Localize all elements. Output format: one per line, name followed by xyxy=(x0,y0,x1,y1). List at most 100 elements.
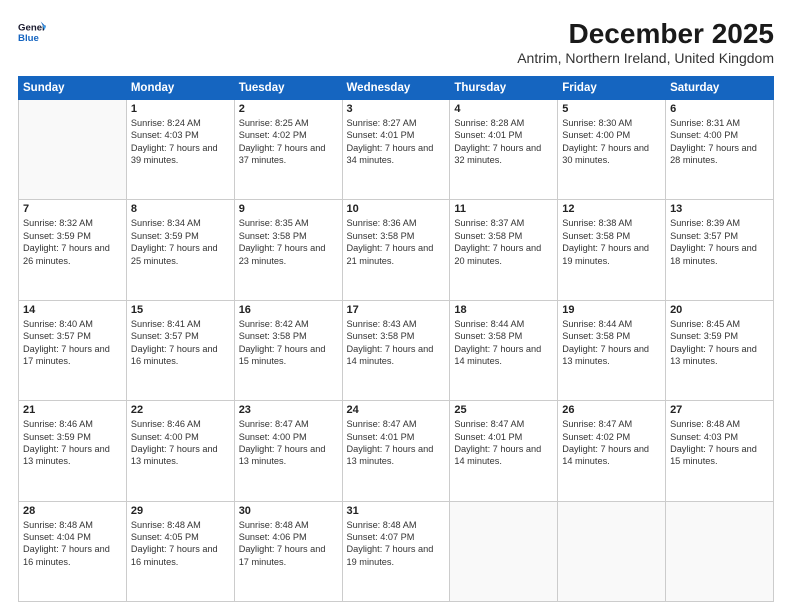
cell-content: Sunrise: 8:48 AMSunset: 4:04 PMDaylight:… xyxy=(23,519,122,569)
day-number: 26 xyxy=(562,404,661,416)
day-number: 22 xyxy=(131,404,230,416)
day-number: 4 xyxy=(454,103,553,115)
cell-content: Sunrise: 8:34 AMSunset: 3:59 PMDaylight:… xyxy=(131,217,230,267)
day-number: 5 xyxy=(562,103,661,115)
cell-content: Sunrise: 8:47 AMSunset: 4:01 PMDaylight:… xyxy=(454,418,553,468)
cell-content: Sunrise: 8:32 AMSunset: 3:59 PMDaylight:… xyxy=(23,217,122,267)
calendar-week-3: 21 Sunrise: 8:46 AMSunset: 3:59 PMDayligh… xyxy=(19,401,774,501)
day-number: 14 xyxy=(23,304,122,316)
cell-content: Sunrise: 8:48 AMSunset: 4:06 PMDaylight:… xyxy=(239,519,338,569)
table-row: 24 Sunrise: 8:47 AMSunset: 4:01 PMDayligh… xyxy=(342,401,450,501)
cell-content: Sunrise: 8:27 AMSunset: 4:01 PMDaylight:… xyxy=(347,117,446,167)
header: General Blue December 2025 Antrim, North… xyxy=(18,18,774,66)
table-row xyxy=(558,501,666,601)
day-number: 10 xyxy=(347,203,446,215)
col-wednesday: Wednesday xyxy=(342,77,450,100)
day-number: 28 xyxy=(23,505,122,517)
day-number: 13 xyxy=(670,203,769,215)
day-number: 16 xyxy=(239,304,338,316)
cell-content: Sunrise: 8:48 AMSunset: 4:03 PMDaylight:… xyxy=(670,418,769,468)
day-number: 15 xyxy=(131,304,230,316)
table-row: 3 Sunrise: 8:27 AMSunset: 4:01 PMDaylight… xyxy=(342,100,450,200)
day-number: 6 xyxy=(670,103,769,115)
day-number: 7 xyxy=(23,203,122,215)
table-row: 31Sunrise: 8:48 AMSunset: 4:07 PMDayligh… xyxy=(342,501,450,601)
cell-content: Sunrise: 8:47 AMSunset: 4:00 PMDaylight:… xyxy=(239,418,338,468)
table-row: 25 Sunrise: 8:47 AMSunset: 4:01 PMDayligh… xyxy=(450,401,558,501)
cell-content: Sunrise: 8:28 AMSunset: 4:01 PMDaylight:… xyxy=(454,117,553,167)
logo: General Blue xyxy=(18,18,46,46)
day-number: 21 xyxy=(23,404,122,416)
table-row: 20Sunrise: 8:45 AMSunset: 3:59 PMDayligh… xyxy=(666,300,774,400)
calendar-week-2: 14 Sunrise: 8:40 AMSunset: 3:57 PMDayligh… xyxy=(19,300,774,400)
table-row: 14 Sunrise: 8:40 AMSunset: 3:57 PMDayligh… xyxy=(19,300,127,400)
col-monday: Monday xyxy=(126,77,234,100)
cell-content: Sunrise: 8:44 AMSunset: 3:58 PMDaylight:… xyxy=(454,318,553,368)
table-row: 16 Sunrise: 8:42 AMSunset: 3:58 PMDayligh… xyxy=(234,300,342,400)
day-number: 23 xyxy=(239,404,338,416)
calendar-header-row: Sunday Monday Tuesday Wednesday Thursday… xyxy=(19,77,774,100)
cell-content: Sunrise: 8:47 AMSunset: 4:01 PMDaylight:… xyxy=(347,418,446,468)
cell-content: Sunrise: 8:38 AMSunset: 3:58 PMDaylight:… xyxy=(562,217,661,267)
cell-content: Sunrise: 8:47 AMSunset: 4:02 PMDaylight:… xyxy=(562,418,661,468)
day-number: 31 xyxy=(347,505,446,517)
table-row: 5 Sunrise: 8:30 AMSunset: 4:00 PMDaylight… xyxy=(558,100,666,200)
table-row: 8 Sunrise: 8:34 AMSunset: 3:59 PMDaylight… xyxy=(126,200,234,300)
cell-content: Sunrise: 8:46 AMSunset: 4:00 PMDaylight:… xyxy=(131,418,230,468)
cell-content: Sunrise: 8:43 AMSunset: 3:58 PMDaylight:… xyxy=(347,318,446,368)
table-row: 17 Sunrise: 8:43 AMSunset: 3:58 PMDayligh… xyxy=(342,300,450,400)
svg-text:General: General xyxy=(18,22,46,33)
cell-content: Sunrise: 8:39 AMSunset: 3:57 PMDaylight:… xyxy=(670,217,769,267)
day-number: 24 xyxy=(347,404,446,416)
calendar-week-0: 1 Sunrise: 8:24 AMSunset: 4:03 PMDaylight… xyxy=(19,100,774,200)
table-row: 22 Sunrise: 8:46 AMSunset: 4:00 PMDayligh… xyxy=(126,401,234,501)
cell-content: Sunrise: 8:25 AMSunset: 4:02 PMDaylight:… xyxy=(239,117,338,167)
col-friday: Friday xyxy=(558,77,666,100)
table-row: 27Sunrise: 8:48 AMSunset: 4:03 PMDayligh… xyxy=(666,401,774,501)
day-number: 25 xyxy=(454,404,553,416)
day-number: 29 xyxy=(131,505,230,517)
table-row: 6 Sunrise: 8:31 AMSunset: 4:00 PMDaylight… xyxy=(666,100,774,200)
day-number: 30 xyxy=(239,505,338,517)
day-number: 11 xyxy=(454,203,553,215)
cell-content: Sunrise: 8:36 AMSunset: 3:58 PMDaylight:… xyxy=(347,217,446,267)
page: General Blue December 2025 Antrim, North… xyxy=(0,0,792,612)
calendar-week-1: 7 Sunrise: 8:32 AMSunset: 3:59 PMDaylight… xyxy=(19,200,774,300)
day-number: 19 xyxy=(562,304,661,316)
table-row xyxy=(666,501,774,601)
logo-icon: General Blue xyxy=(18,18,46,46)
day-number: 2 xyxy=(239,103,338,115)
cell-content: Sunrise: 8:42 AMSunset: 3:58 PMDaylight:… xyxy=(239,318,338,368)
day-number: 20 xyxy=(670,304,769,316)
table-row: 28 Sunrise: 8:48 AMSunset: 4:04 PMDayligh… xyxy=(19,501,127,601)
table-row: 9 Sunrise: 8:35 AMSunset: 3:58 PMDaylight… xyxy=(234,200,342,300)
table-row: 29 Sunrise: 8:48 AMSunset: 4:05 PMDayligh… xyxy=(126,501,234,601)
cell-content: Sunrise: 8:31 AMSunset: 4:00 PMDaylight:… xyxy=(670,117,769,167)
day-number: 8 xyxy=(131,203,230,215)
day-number: 17 xyxy=(347,304,446,316)
table-row: 19Sunrise: 8:44 AMSunset: 3:58 PMDayligh… xyxy=(558,300,666,400)
calendar-week-4: 28 Sunrise: 8:48 AMSunset: 4:04 PMDayligh… xyxy=(19,501,774,601)
subtitle: Antrim, Northern Ireland, United Kingdom xyxy=(517,50,774,66)
cell-content: Sunrise: 8:48 AMSunset: 4:05 PMDaylight:… xyxy=(131,519,230,569)
col-sunday: Sunday xyxy=(19,77,127,100)
table-row: 30 Sunrise: 8:48 AMSunset: 4:06 PMDayligh… xyxy=(234,501,342,601)
cell-content: Sunrise: 8:30 AMSunset: 4:00 PMDaylight:… xyxy=(562,117,661,167)
table-row: 7 Sunrise: 8:32 AMSunset: 3:59 PMDaylight… xyxy=(19,200,127,300)
col-saturday: Saturday xyxy=(666,77,774,100)
day-number: 1 xyxy=(131,103,230,115)
day-number: 12 xyxy=(562,203,661,215)
cell-content: Sunrise: 8:46 AMSunset: 3:59 PMDaylight:… xyxy=(23,418,122,468)
table-row: 2 Sunrise: 8:25 AMSunset: 4:02 PMDaylight… xyxy=(234,100,342,200)
table-row xyxy=(19,100,127,200)
cell-content: Sunrise: 8:40 AMSunset: 3:57 PMDaylight:… xyxy=(23,318,122,368)
table-row: 12 Sunrise: 8:38 AMSunset: 3:58 PMDayligh… xyxy=(558,200,666,300)
cell-content: Sunrise: 8:24 AMSunset: 4:03 PMDaylight:… xyxy=(131,117,230,167)
cell-content: Sunrise: 8:35 AMSunset: 3:58 PMDaylight:… xyxy=(239,217,338,267)
cell-content: Sunrise: 8:41 AMSunset: 3:57 PMDaylight:… xyxy=(131,318,230,368)
calendar-table: Sunday Monday Tuesday Wednesday Thursday… xyxy=(18,76,774,602)
day-number: 3 xyxy=(347,103,446,115)
day-number: 18 xyxy=(454,304,553,316)
main-title: December 2025 xyxy=(517,18,774,50)
day-number: 9 xyxy=(239,203,338,215)
